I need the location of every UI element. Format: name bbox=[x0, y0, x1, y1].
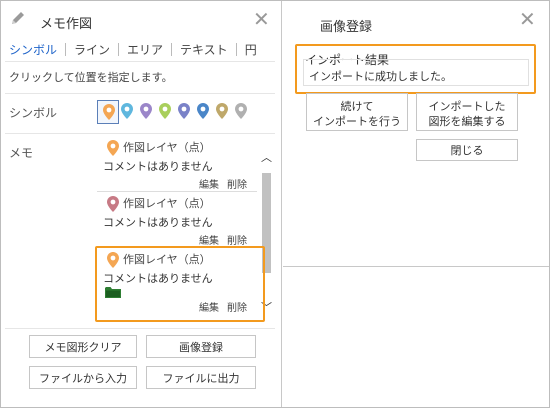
memo-list[interactable]: 作図レイヤ（点） コメントはありません 編集 削除 作図レイヤ（点） コメントは… bbox=[97, 138, 275, 318]
folder-icon[interactable] bbox=[105, 286, 121, 298]
chevron-up-icon[interactable]: ︿ bbox=[261, 149, 272, 165]
divider bbox=[5, 93, 275, 94]
map-pin-icon bbox=[107, 196, 119, 212]
edit-imported-shapes-button[interactable]: インポートした 図形を編集する bbox=[416, 93, 518, 131]
import-result-box: インポート結果 インポートに成功しました。 bbox=[295, 44, 536, 94]
export-to-file-button[interactable]: ファイルに出力 bbox=[146, 366, 256, 389]
divider bbox=[5, 328, 275, 329]
import-result-field: インポートに成功しました。 bbox=[303, 59, 529, 86]
memo-item-title: 作図レイヤ（点） bbox=[123, 197, 211, 210]
map-pin-icon bbox=[107, 140, 119, 156]
edit-link[interactable]: 編集 bbox=[199, 232, 219, 247]
tab-divider bbox=[171, 43, 173, 56]
image-panel-title: 画像登録 bbox=[320, 20, 373, 35]
memo-item-title: 作図レイヤ（点） bbox=[123, 141, 211, 154]
memo-drawing-panel: メモ作図 ✕ シンボル ライン エリア テキスト円 クリックして位置を指定します。 シ… bbox=[1, 1, 282, 407]
drawing-mode-tabs: シンボル ライン エリア テキスト円 bbox=[9, 41, 257, 59]
memo-panel-header: メモ作図 ✕ bbox=[1, 1, 282, 35]
tab-divider bbox=[235, 43, 237, 56]
chevron-down-icon[interactable]: ﹀ bbox=[261, 299, 272, 315]
tab-divider bbox=[65, 43, 67, 56]
tab-line[interactable]: ライン bbox=[74, 41, 110, 58]
image-register-panel: 画像登録 ✕ インポート結果 インポートに成功しました。 続けて インポートを行… bbox=[283, 1, 549, 267]
tab-text[interactable]: テキスト bbox=[180, 41, 228, 58]
clear-memo-shapes-button[interactable]: メモ図形クリア bbox=[29, 335, 137, 358]
button-label-line: 続けて bbox=[340, 99, 374, 113]
memo-item-comment: コメントはありません bbox=[103, 160, 213, 173]
list-item[interactable]: 作図レイヤ（点） コメントはありません 編集 削除 bbox=[97, 194, 257, 248]
map-pin-icon bbox=[107, 252, 119, 268]
tab-area[interactable]: エリア bbox=[127, 41, 163, 58]
edit-link[interactable]: 編集 bbox=[199, 176, 219, 191]
tab-divider bbox=[118, 43, 120, 56]
button-label-line: インポートを行う bbox=[313, 114, 401, 128]
delete-link[interactable]: 削除 bbox=[227, 299, 247, 314]
list-item[interactable]: 作図レイヤ（点） コメントはありません 編集 削除 bbox=[97, 138, 257, 192]
close-button[interactable]: 閉じる bbox=[416, 139, 518, 161]
memo-item-comment: コメントはありません bbox=[103, 272, 213, 285]
delete-link[interactable]: 削除 bbox=[227, 176, 247, 191]
import-from-file-button[interactable]: ファイルから入力 bbox=[29, 366, 137, 389]
memo-list-scrollbar[interactable]: ︿ ﹀ bbox=[259, 149, 273, 315]
instruction-text: クリックして位置を指定します。 bbox=[9, 71, 173, 84]
divider bbox=[5, 61, 275, 62]
tab-circle[interactable]: 円 bbox=[245, 41, 257, 58]
memo-label: メモ bbox=[9, 146, 34, 160]
divider bbox=[5, 133, 275, 134]
delete-link[interactable]: 削除 bbox=[227, 232, 247, 247]
close-icon[interactable]: ✕ bbox=[253, 9, 270, 29]
memo-item-title: 作図レイヤ（点） bbox=[123, 253, 211, 266]
symbol-label: シンボル bbox=[9, 106, 58, 120]
image-register-button[interactable]: 画像登録 bbox=[146, 335, 256, 358]
pencil-icon bbox=[12, 12, 24, 24]
scrollbar-thumb[interactable] bbox=[262, 173, 271, 273]
tab-symbol[interactable]: シンボル bbox=[9, 41, 57, 58]
memo-panel-title: メモ作図 bbox=[40, 17, 93, 32]
list-item[interactable]: 作図レイヤ（点） コメントはありません 編集 削除 bbox=[97, 250, 257, 314]
map-pin-icon[interactable] bbox=[230, 100, 252, 124]
close-icon[interactable]: ✕ bbox=[519, 9, 536, 29]
memo-item-comment: コメントはありません bbox=[103, 216, 213, 229]
edit-link[interactable]: 編集 bbox=[199, 299, 219, 314]
import-result-message: インポートに成功しました。 bbox=[309, 70, 452, 83]
button-label-line: 図形を編集する bbox=[428, 114, 506, 128]
button-label-line: インポートした bbox=[428, 99, 506, 113]
continue-import-button[interactable]: 続けて インポートを行う bbox=[306, 93, 408, 131]
